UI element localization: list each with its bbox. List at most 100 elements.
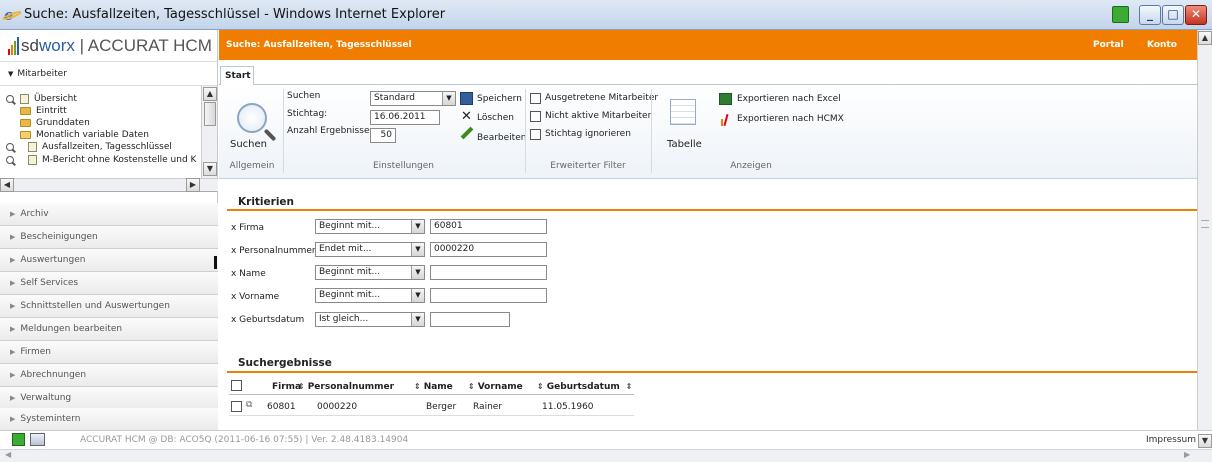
- accordion-verwaltung[interactable]: ▶ Verwaltung: [0, 387, 218, 410]
- tree-item-eintritt[interactable]: Eintritt: [20, 105, 67, 117]
- crit-value-firma[interactable]: 60801: [430, 219, 547, 234]
- accordion-auswertungen[interactable]: ▶ Auswertungen: [0, 249, 218, 272]
- printer-icon[interactable]: [30, 433, 45, 446]
- criteria-divider: [227, 209, 1197, 211]
- print-icon[interactable]: [1112, 6, 1129, 23]
- nicht-aktive-checkbox[interactable]: [530, 111, 541, 122]
- col-personalnummer[interactable]: ⇕ Personalnummer: [298, 382, 394, 392]
- delete-x-icon: ✕: [461, 109, 472, 124]
- tree-item-uebersicht[interactable]: Übersicht: [20, 93, 77, 105]
- scroll-left-icon[interactable]: ◀: [5, 450, 11, 459]
- crit-value-name[interactable]: [430, 265, 547, 280]
- tree-item-label: Übersicht: [34, 94, 77, 104]
- page-horizontal-scrollbar[interactable]: ◀ ▶: [0, 449, 1212, 462]
- scroll-thumb[interactable]: [204, 102, 216, 126]
- crit-value-personalnummer[interactable]: 0000220: [430, 242, 547, 257]
- chevron-down-icon: ▼: [411, 289, 424, 302]
- header-line: [229, 394, 634, 395]
- stichtag-ignorieren-checkbox[interactable]: [530, 129, 541, 140]
- page-header: Suche: Ausfallzeiten, Tagesschlüssel Por…: [219, 30, 1197, 60]
- accordion-abrechnungen[interactable]: ▶ Abrechnungen: [0, 364, 218, 387]
- accordion-meldungen[interactable]: ▶ Meldungen bearbeiten: [0, 318, 218, 341]
- folder-icon: [20, 107, 31, 115]
- crit-value-geburtsdatum[interactable]: [430, 312, 510, 327]
- close-button[interactable]: ✕: [1185, 5, 1207, 25]
- maximize-button[interactable]: □: [1162, 5, 1184, 25]
- tree-vertical-scrollbar[interactable]: ▲ ▼: [201, 86, 217, 178]
- tree-horizontal-scrollbar[interactable]: ◀ ▶: [0, 178, 218, 192]
- accordion-label: Archiv: [20, 209, 49, 219]
- anzahl-input[interactable]: 50: [370, 128, 396, 143]
- triangle-right-icon: ▶: [10, 256, 16, 264]
- ausgetretene-checkbox[interactable]: [530, 93, 541, 104]
- status-text: ACCURAT HCM @ DB: ACO5Q (2011-06-16 07:5…: [80, 435, 409, 445]
- scroll-up-icon[interactable]: ▲: [1198, 31, 1212, 45]
- nav-section-mitarbeiter[interactable]: ▼ Mitarbeiter: [0, 62, 217, 86]
- accordion-bescheinigungen[interactable]: ▶ Bescheinigungen: [0, 226, 218, 249]
- tree-item-m-bericht[interactable]: M-Bericht ohne Kostenstelle und K: [28, 154, 196, 166]
- crit-value-vorname[interactable]: [430, 288, 547, 303]
- tree-item-label: Eintritt: [36, 106, 67, 116]
- accordion-firmen[interactable]: ▶ Firmen: [0, 341, 218, 364]
- accordion-label: Firmen: [20, 347, 51, 357]
- loeschen-button[interactable]: ✕ Löschen: [460, 109, 532, 125]
- crit-op-geburtsdatum[interactable]: Ist gleich... ▼: [315, 312, 425, 327]
- select-all-checkbox[interactable]: [231, 380, 242, 391]
- scroll-up-icon[interactable]: ▲: [203, 87, 217, 101]
- suchen-select[interactable]: Standard ▼: [370, 91, 456, 106]
- statusbar: ACCURAT HCM @ DB: ACO5Q (2011-06-16 07:5…: [0, 430, 1212, 462]
- col-firma[interactable]: Firma: [272, 382, 301, 392]
- triangle-right-icon: ▶: [10, 210, 16, 218]
- page-title: Suche: Ausfallzeiten, Tagesschlüssel: [226, 40, 412, 50]
- bearbeiten-button[interactable]: Bearbeiten: [460, 126, 532, 143]
- accordion-systemintern[interactable]: ▶ Systemintern: [0, 408, 218, 431]
- page-vertical-scrollbar[interactable]: ▲: [1197, 30, 1212, 430]
- scroll-right-icon[interactable]: ▶: [186, 178, 200, 192]
- accordion-self-services[interactable]: ▶ Self Services: [0, 272, 218, 295]
- scroll-down-icon[interactable]: ▼: [1198, 434, 1212, 448]
- stichtag-input[interactable]: 16.06.2011: [370, 110, 440, 125]
- crit-op-name[interactable]: Beginnt mit... ▼: [315, 265, 425, 280]
- portal-link[interactable]: Portal: [1093, 40, 1124, 50]
- triangle-right-icon: ▶: [10, 415, 16, 423]
- row-checkbox[interactable]: [231, 401, 242, 412]
- scroll-left-icon[interactable]: ◀: [0, 178, 14, 192]
- crit-op-value: Beginnt mit...: [319, 221, 381, 231]
- tree-item-ausfallzeiten[interactable]: Ausfallzeiten, Tagesschlüssel: [28, 141, 172, 153]
- col-vorname[interactable]: ⇕ Vorname: [468, 382, 523, 392]
- minimize-button[interactable]: _: [1139, 5, 1161, 25]
- search-icon[interactable]: [6, 143, 14, 151]
- col-geburtsdatum[interactable]: ⇕ Geburtsdatum ⇕: [537, 382, 635, 392]
- open-detail-icon[interactable]: ⧉: [246, 400, 252, 410]
- tree-item-label: M-Bericht ohne Kostenstelle und K: [42, 155, 197, 165]
- search-big-button[interactable]: Suchen: [223, 89, 279, 153]
- konto-link[interactable]: Konto: [1147, 40, 1177, 50]
- export-hcmx-button[interactable]: Exportieren nach HCMX: [718, 112, 848, 127]
- exit-icon[interactable]: [12, 433, 25, 446]
- crit-label-geburtsdatum: x Geburtsdatum: [231, 315, 305, 325]
- tab-start[interactable]: Start: [220, 66, 254, 85]
- tabelle-button[interactable]: Tabelle: [655, 91, 711, 153]
- crit-op-personalnummer[interactable]: Endet mit... ▼: [315, 242, 425, 257]
- scroll-grip-icon: [1201, 220, 1209, 228]
- accordion-schnittstellen[interactable]: ▶ Schnittstellen und Auswertungen: [0, 295, 218, 318]
- ribbon-tabs: Start: [219, 60, 1197, 85]
- stichtag-ignorieren-label: Stichtag ignorieren: [545, 129, 631, 139]
- crit-op-firma[interactable]: Beginnt mit... ▼: [315, 219, 425, 234]
- accordion-archiv[interactable]: ▶ Archiv: [0, 203, 218, 226]
- scroll-down-icon[interactable]: ▼: [203, 162, 217, 176]
- col-name[interactable]: ⇕ Name: [414, 382, 453, 392]
- search-big-label: Suchen: [230, 139, 268, 150]
- tree-item-monatlich[interactable]: Monatlich variable Daten: [20, 129, 149, 141]
- speichern-button[interactable]: Speichern: [460, 92, 532, 106]
- search-icon[interactable]: [6, 95, 14, 103]
- search-icon[interactable]: [6, 156, 14, 164]
- impressum-link[interactable]: Impressum: [1146, 435, 1196, 445]
- results-title: Suchergebnisse: [238, 357, 332, 369]
- crit-op-vorname[interactable]: Beginnt mit... ▼: [315, 288, 425, 303]
- splitter-handle[interactable]: [214, 256, 217, 269]
- export-excel-button[interactable]: Exportieren nach Excel: [718, 93, 848, 107]
- ausgetretene-label: Ausgetretene Mitarbeiter: [545, 93, 659, 103]
- tree-item-grunddaten[interactable]: Grunddaten: [20, 117, 90, 129]
- scroll-right-icon[interactable]: ▶: [1184, 450, 1190, 459]
